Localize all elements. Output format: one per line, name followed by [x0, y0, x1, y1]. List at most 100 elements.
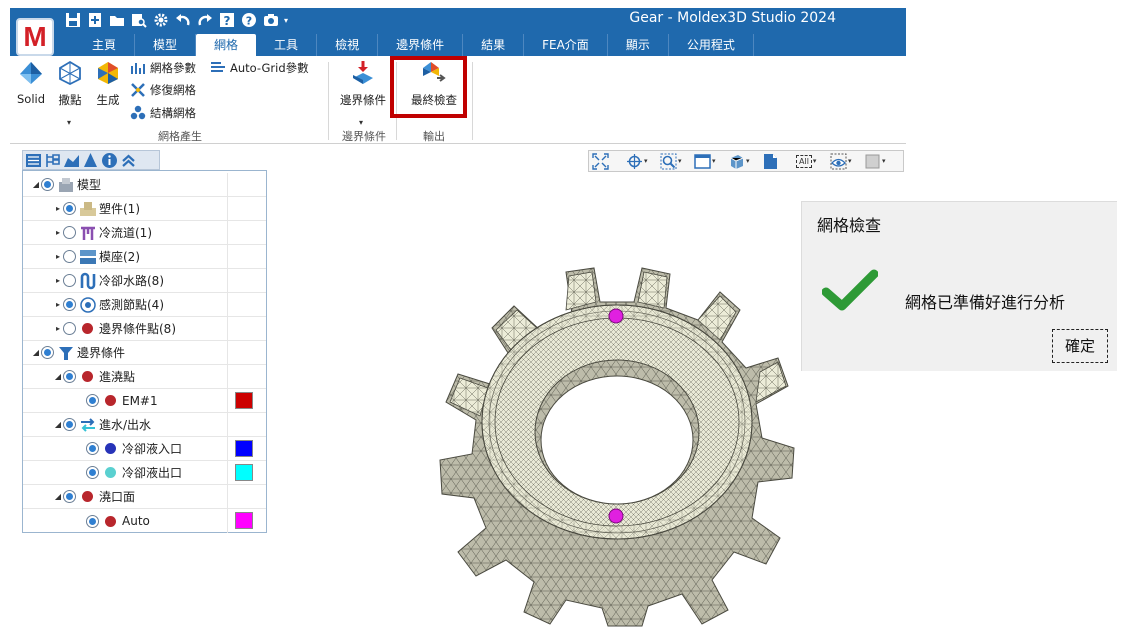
expand-icon[interactable]: ▸	[53, 252, 63, 261]
visibility-radio[interactable]	[63, 298, 76, 311]
visibility-button[interactable]: ▾	[830, 152, 862, 170]
tree-item-mold-base[interactable]: ▸ 模座(2)	[23, 245, 266, 269]
generate-button[interactable]: 生成	[92, 60, 124, 108]
settings-icon[interactable]	[152, 12, 169, 29]
mesh-params-button[interactable]: 網格參數	[130, 59, 196, 77]
tab-model[interactable]: 模型	[135, 34, 197, 56]
visibility-radio[interactable]	[63, 490, 76, 503]
help-book-icon[interactable]: ?	[218, 12, 235, 29]
seed-dropdown-icon[interactable]: ▾	[67, 118, 71, 127]
tree-item-gate-surface[interactable]: ◢ 澆口面	[23, 485, 266, 509]
collapse-up-icon[interactable]	[120, 152, 137, 169]
expand-icon[interactable]: ▸	[53, 228, 63, 237]
mold-base-icon	[79, 248, 97, 266]
tab-boundary-conditions[interactable]: 邊界條件	[378, 34, 464, 56]
redo-icon[interactable]	[196, 12, 213, 29]
tab-view[interactable]: 檢視	[317, 34, 379, 56]
visibility-radio[interactable]	[63, 322, 76, 335]
tree-item-em1[interactable]: EM#1	[23, 389, 266, 413]
tree-item-part[interactable]: ▸ 塑件(1)	[23, 197, 266, 221]
window-view-button[interactable]: ▾	[694, 152, 726, 170]
repair-mesh-button[interactable]: 修復網格	[130, 81, 196, 99]
expand-icon[interactable]: ▸	[53, 324, 63, 333]
ok-button[interactable]: 確定	[1052, 329, 1108, 363]
tree-item-cold-runner[interactable]: ▸ 冷流道(1)	[23, 221, 266, 245]
mesh-display-button[interactable]: ▾	[728, 152, 760, 170]
save-icon[interactable]	[64, 12, 81, 29]
visibility-radio[interactable]	[86, 514, 99, 528]
tree-item-coolant-inlet[interactable]: 冷卻液入口	[23, 437, 266, 461]
tree-item-cooling-channel[interactable]: ▸ 冷卻水路(8)	[23, 269, 266, 293]
tab-tools[interactable]: 工具	[256, 34, 318, 56]
tab-fea-interface[interactable]: FEA介面	[524, 34, 608, 56]
color-swatch[interactable]	[235, 464, 253, 481]
layer-icon[interactable]	[63, 152, 80, 169]
sort-icon[interactable]	[82, 152, 99, 169]
find-icon[interactable]	[130, 12, 147, 29]
visibility-radio[interactable]	[41, 346, 54, 359]
visibility-radio[interactable]	[63, 370, 76, 383]
tree-item-auto[interactable]: Auto	[23, 509, 266, 533]
structured-mesh-button[interactable]: 結構網格	[130, 104, 196, 122]
zoom-button[interactable]: ▾	[660, 152, 692, 170]
visibility-radio[interactable]	[63, 202, 76, 215]
visibility-radio[interactable]	[63, 226, 76, 239]
autogrid-params-button[interactable]: Auto-Grid參數	[210, 59, 309, 77]
page-view-button[interactable]	[762, 152, 794, 170]
open-icon[interactable]	[108, 12, 125, 29]
gear-mesh-model[interactable]	[436, 262, 798, 627]
collapse-icon[interactable]: ◢	[53, 492, 63, 501]
boundary-conditions-dropdown-icon[interactable]: ▾	[359, 118, 363, 127]
tree-view-icon[interactable]	[44, 152, 61, 169]
tree-item-coolant-outlet[interactable]: 冷卻液出口	[23, 461, 266, 485]
list-view-icon[interactable]	[25, 152, 42, 169]
help-icon[interactable]: ?	[240, 12, 257, 29]
new-icon[interactable]	[86, 12, 103, 29]
visibility-radio[interactable]	[41, 178, 54, 191]
qat-dropdown-icon[interactable]: ▾	[284, 16, 288, 25]
gate-marker-top[interactable]	[608, 308, 624, 324]
tree-item-boundary-conditions[interactable]: ◢ 邊界條件	[23, 341, 266, 365]
color-swatch[interactable]	[235, 512, 253, 529]
collapse-icon[interactable]: ◢	[53, 420, 63, 429]
group-label-boundary-conditions: 邊界條件	[342, 130, 386, 143]
tab-results[interactable]: 結果	[463, 34, 525, 56]
fit-view-button[interactable]	[592, 152, 624, 170]
tab-home[interactable]: 主頁	[74, 34, 136, 56]
tree-item-bc-point[interactable]: ▸ 邊界條件點(8)	[23, 317, 266, 341]
visibility-radio[interactable]	[63, 250, 76, 263]
expand-icon[interactable]: ▸	[53, 300, 63, 309]
inlet-outlet-icon	[79, 416, 97, 434]
section-view-button[interactable]: ▾	[864, 152, 896, 170]
solid-button[interactable]: Solid	[14, 60, 48, 106]
collapse-icon[interactable]: ◢	[31, 180, 41, 189]
tree-item-sensor-node[interactable]: ▸ 感測節點(4)	[23, 293, 266, 317]
gate-marker-bottom[interactable]	[608, 508, 624, 524]
expand-icon[interactable]: ▸	[53, 204, 63, 213]
boundary-conditions-button[interactable]: 邊界條件	[336, 60, 390, 108]
visibility-radio[interactable]	[63, 274, 76, 287]
app-logo[interactable]: M	[16, 18, 54, 56]
visibility-radio[interactable]	[86, 466, 99, 479]
info-icon[interactable]	[101, 152, 118, 169]
camera-icon[interactable]	[262, 12, 279, 29]
visibility-radio[interactable]	[86, 394, 99, 407]
tree-item-inlet-outlet[interactable]: ◢ 進水/出水	[23, 413, 266, 437]
collapse-icon[interactable]: ◢	[31, 348, 41, 357]
color-swatch[interactable]	[235, 392, 253, 409]
collapse-icon[interactable]: ◢	[53, 372, 63, 381]
tree-item-model[interactable]: ◢ 模型	[23, 173, 266, 197]
undo-icon[interactable]	[174, 12, 191, 29]
visibility-radio[interactable]	[86, 442, 99, 455]
rotate-center-button[interactable]: ▾	[626, 152, 658, 170]
tab-display[interactable]: 顯示	[608, 34, 669, 56]
tab-mesh[interactable]: 網格	[196, 34, 257, 56]
tree-item-gate[interactable]: ◢ 進澆點	[23, 365, 266, 389]
visibility-radio[interactable]	[63, 418, 76, 431]
select-all-button[interactable]: All ▾	[796, 152, 828, 170]
tab-utilities[interactable]: 公用程式	[669, 34, 754, 56]
window-view-icon	[694, 153, 711, 169]
color-swatch[interactable]	[235, 440, 253, 457]
seed-button[interactable]: 撒點	[54, 60, 86, 108]
expand-icon[interactable]: ▸	[53, 276, 63, 285]
